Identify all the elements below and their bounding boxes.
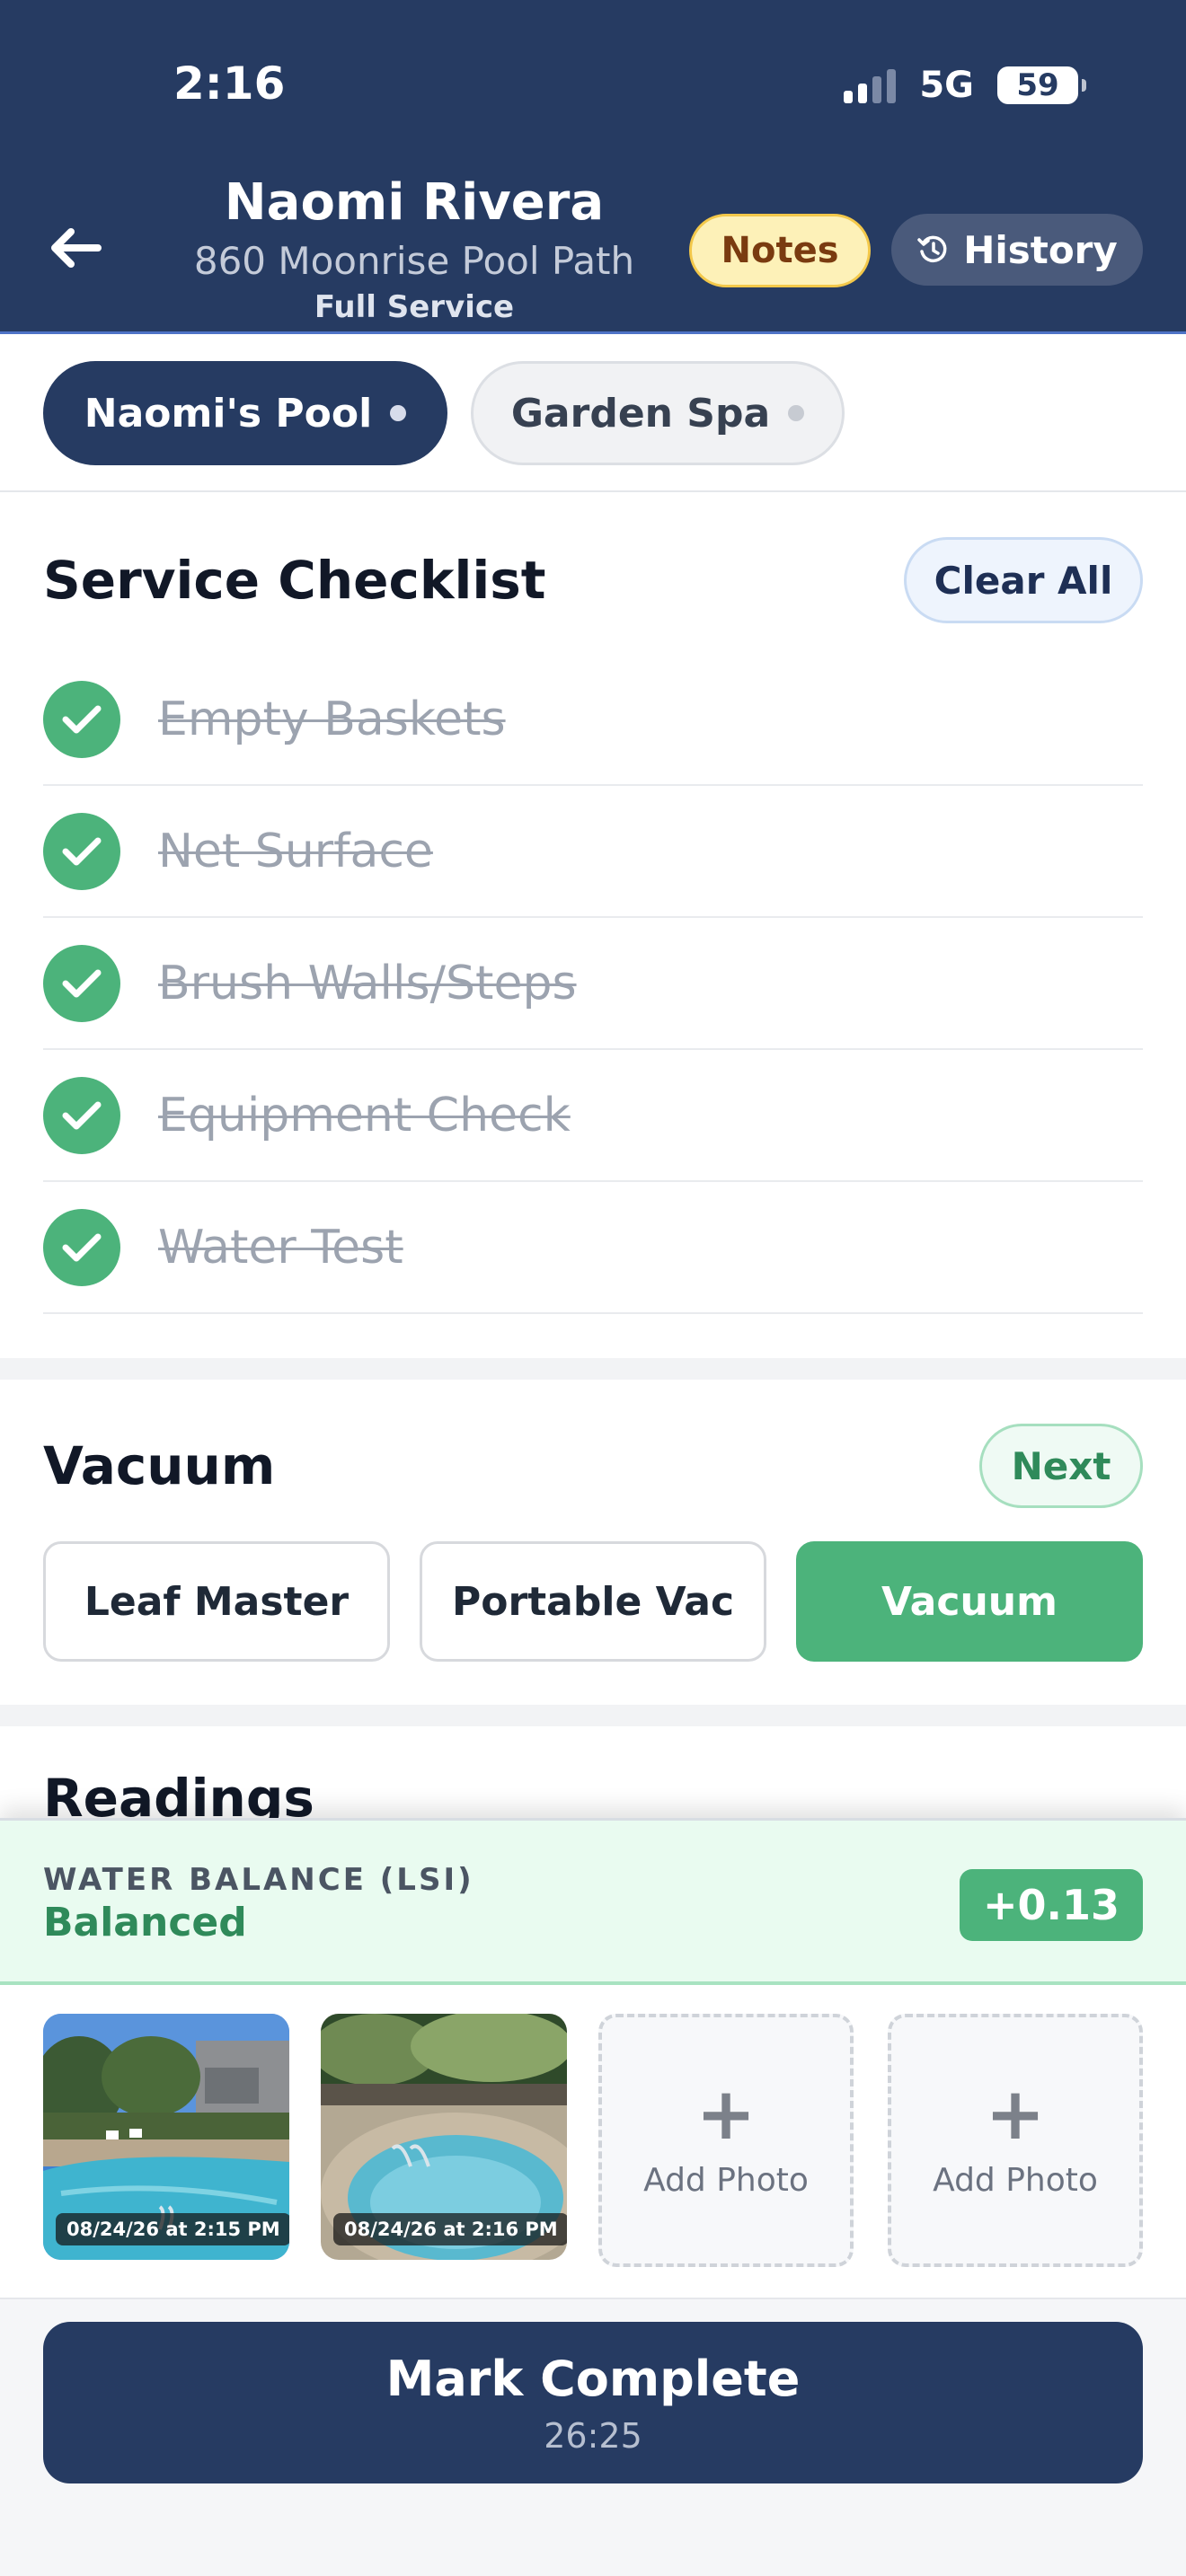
signal-icon [844, 67, 897, 103]
status-time: 2:16 [173, 57, 286, 110]
tab-naomis-pool[interactable]: Naomi's Pool [43, 361, 447, 465]
checklist-item-label: Water Test [158, 1220, 403, 1275]
spa-photo[interactable]: 08/24/26 at 2:16 PM [321, 2014, 567, 2260]
checklist-item-label: Equipment Check [158, 1088, 571, 1142]
checkmark-icon[interactable] [43, 812, 120, 890]
service-timer: 26:25 [544, 2415, 642, 2456]
tab-garden-spa[interactable]: Garden Spa [471, 361, 845, 465]
add-photo-button[interactable]: + Add Photo [598, 2014, 854, 2267]
water-balance-label: WATER BALANCE (LSI) [43, 1862, 474, 1898]
mark-complete-button[interactable]: Mark Complete 26:25 [43, 2322, 1143, 2483]
checklist-title: Service Checklist [43, 550, 546, 611]
checklist-item-label: Empty Baskets [158, 692, 506, 746]
plus-icon: + [985, 2071, 1046, 2156]
app-header: 2:16 5G 59 Naomi Rivera 860 Moonrise Poo… [0, 0, 1186, 334]
add-photo-button[interactable]: + Add Photo [888, 2014, 1143, 2267]
checklist-item-label: Brush Walls/Steps [158, 956, 577, 1010]
history-label: History [963, 227, 1118, 272]
water-balance-banner: WATER BALANCE (LSI) Balanced +0.13 [0, 1818, 1186, 1985]
photo-timestamp: 08/24/26 at 2:16 PM [333, 2213, 567, 2245]
clear-all-button[interactable]: Clear All [904, 537, 1143, 623]
network-type: 5G [919, 65, 974, 106]
checkmark-icon[interactable] [43, 1076, 120, 1154]
add-photo-label: Add Photo [933, 2161, 1098, 2199]
checklist-item[interactable]: Net Surface [43, 786, 1143, 918]
checkmark-icon[interactable] [43, 680, 120, 758]
service-checklist: Empty Baskets Net Surface Brush Walls/St… [43, 654, 1143, 1314]
plus-icon: + [695, 2071, 757, 2156]
notes-button[interactable]: Notes [689, 214, 871, 287]
status-dot [390, 405, 407, 421]
checklist-item[interactable]: Brush Walls/Steps [43, 918, 1143, 1050]
checklist-item[interactable]: Water Test [43, 1182, 1143, 1314]
status-dot [788, 405, 805, 421]
status-indicators: 5G 59 [844, 65, 1086, 106]
checkmark-icon[interactable] [43, 1208, 120, 1286]
checkmark-icon[interactable] [43, 944, 120, 1022]
lsi-value-badge: +0.13 [960, 1869, 1143, 1941]
photo-strip: 08/24/26 at 2:15 PM 08/24/26 at 2:16 PM … [0, 1985, 1186, 2299]
history-clock-icon [917, 235, 947, 263]
checklist-item[interactable]: Equipment Check [43, 1050, 1143, 1182]
vacuum-option-leaf-master[interactable]: Leaf Master [43, 1541, 390, 1662]
add-photo-label: Add Photo [643, 2161, 809, 2199]
checklist-item[interactable]: Empty Baskets [43, 654, 1143, 786]
tab-label: Garden Spa [510, 390, 771, 437]
section-divider [0, 1705, 1186, 1726]
photo-timestamp: 08/24/26 at 2:15 PM [56, 2213, 289, 2245]
vacuum-option-portable-vac[interactable]: Portable Vac [420, 1541, 766, 1662]
vacuum-title: Vacuum [43, 1435, 276, 1496]
history-button[interactable]: History [891, 214, 1143, 286]
tab-label: Naomi's Pool [84, 390, 373, 437]
pool-photo[interactable]: 08/24/26 at 2:15 PM [43, 2014, 289, 2260]
vacuum-option-vacuum[interactable]: Vacuum [796, 1541, 1143, 1662]
mark-complete-label: Mark Complete [385, 2350, 801, 2407]
section-divider [0, 1358, 1186, 1380]
checklist-item-label: Net Surface [158, 824, 433, 878]
water-balance-status: Balanced [43, 1900, 247, 1945]
next-button[interactable]: Next [979, 1424, 1143, 1508]
battery-icon: 59 [997, 66, 1086, 104]
service-type: Full Service [314, 289, 515, 325]
body-of-water-tabs: Naomi's Pool Garden Spa [0, 334, 1186, 492]
